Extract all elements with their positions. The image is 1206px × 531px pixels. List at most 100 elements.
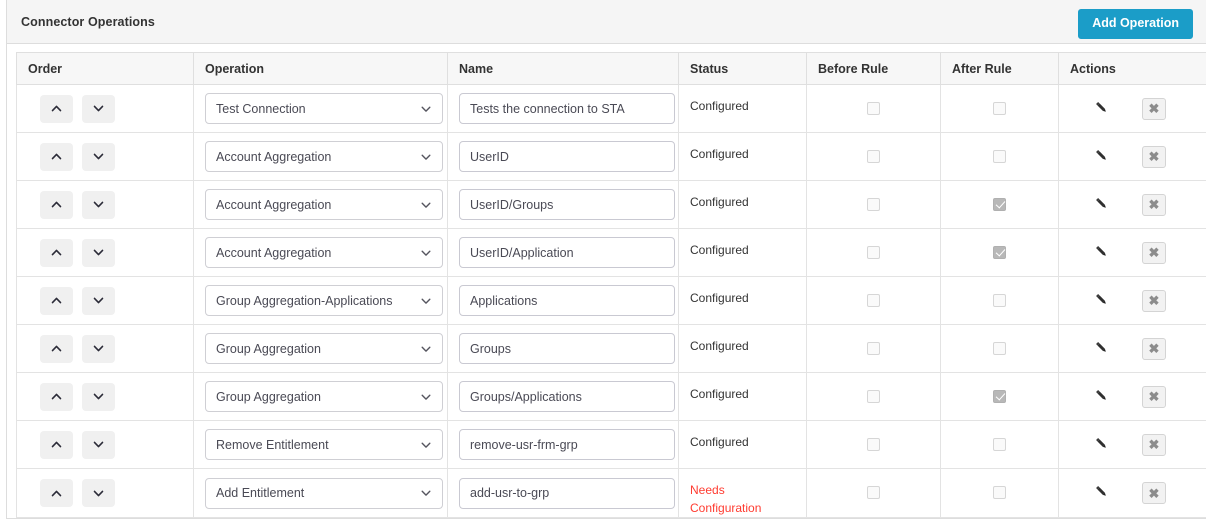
move-up-button[interactable] — [40, 94, 73, 123]
delete-button[interactable]: ✖ — [1142, 193, 1166, 216]
operation-select-value: Group Aggregation — [216, 341, 321, 356]
column-header-after-rule: After Rule — [940, 52, 1059, 85]
after-rule-checkbox[interactable] — [993, 197, 1006, 211]
panel-header: Connector Operations Add Operation — [7, 0, 1206, 44]
name-input[interactable] — [459, 93, 675, 124]
operation-select[interactable]: Test Connection — [205, 93, 443, 124]
operation-select[interactable]: Account Aggregation — [205, 237, 443, 268]
close-x-icon: ✖ — [1148, 485, 1160, 501]
row-actions: ✖ — [1059, 289, 1206, 312]
delete-button[interactable]: ✖ — [1142, 289, 1166, 312]
edit-button[interactable] — [1093, 435, 1110, 455]
move-down-button[interactable] — [82, 94, 115, 123]
move-down-button[interactable] — [82, 238, 115, 267]
chevron-up-icon — [50, 150, 63, 163]
edit-button[interactable] — [1093, 99, 1110, 119]
add-operation-button[interactable]: Add Operation — [1078, 9, 1193, 39]
page-title: Connector Operations — [21, 14, 155, 29]
move-up-button[interactable] — [40, 142, 73, 171]
table-row: Account Aggregation Configured ✖ — [16, 228, 1206, 277]
before-rule-checkbox[interactable] — [867, 341, 880, 355]
after-rule-checkbox[interactable] — [993, 437, 1006, 451]
move-down-button[interactable] — [82, 382, 115, 411]
edit-button[interactable] — [1093, 195, 1110, 215]
before-rule-checkbox[interactable] — [867, 101, 880, 115]
move-down-button[interactable] — [82, 430, 115, 459]
chevron-up-icon — [50, 294, 63, 307]
delete-button[interactable]: ✖ — [1142, 97, 1166, 120]
before-rule-checkbox[interactable] — [867, 245, 880, 259]
edit-button[interactable] — [1093, 243, 1110, 263]
delete-button[interactable]: ✖ — [1142, 482, 1166, 504]
order-controls — [40, 238, 182, 267]
name-input[interactable] — [459, 141, 675, 172]
move-up-button[interactable] — [40, 382, 73, 411]
after-rule-checkbox[interactable] — [993, 293, 1006, 307]
before-rule-cell — [806, 372, 941, 421]
before-rule-checkbox[interactable] — [867, 293, 880, 307]
before-rule-checkbox[interactable] — [867, 437, 880, 451]
before-rule-cell — [806, 180, 941, 229]
move-up-button[interactable] — [40, 334, 73, 363]
edit-button[interactable] — [1093, 339, 1110, 359]
delete-button[interactable]: ✖ — [1142, 337, 1166, 360]
after-rule-checkbox[interactable] — [993, 486, 1006, 500]
close-x-icon: ✖ — [1148, 101, 1160, 116]
before-rule-checkbox[interactable] — [867, 389, 880, 403]
after-rule-checkbox[interactable] — [993, 341, 1006, 355]
operation-select[interactable]: Group Aggregation — [205, 333, 443, 364]
before-rule-checkbox[interactable] — [867, 486, 880, 500]
order-cell — [16, 468, 194, 518]
close-x-icon: ✖ — [1148, 341, 1160, 356]
actions-cell: ✖ — [1058, 420, 1206, 469]
before-rule-checkbox[interactable] — [867, 197, 880, 211]
after-rule-checkbox[interactable] — [993, 245, 1006, 259]
after-rule-cell — [940, 180, 1059, 229]
name-input[interactable] — [459, 285, 675, 316]
chevron-down-icon — [92, 150, 105, 163]
edit-button[interactable] — [1093, 291, 1110, 311]
name-input[interactable] — [459, 189, 675, 220]
edit-button[interactable] — [1093, 147, 1110, 167]
after-rule-checkbox[interactable] — [993, 389, 1006, 403]
name-input[interactable] — [459, 381, 675, 412]
after-rule-cell — [940, 84, 1059, 133]
edit-button[interactable] — [1093, 387, 1110, 407]
order-cell — [16, 84, 194, 133]
move-up-button[interactable] — [40, 286, 73, 315]
operation-select[interactable]: Account Aggregation — [205, 189, 443, 220]
move-down-button[interactable] — [82, 479, 115, 507]
move-down-button[interactable] — [82, 190, 115, 219]
before-rule-checkbox[interactable] — [867, 149, 880, 163]
name-input[interactable] — [459, 237, 675, 268]
name-input[interactable] — [459, 333, 675, 364]
move-up-button[interactable] — [40, 479, 73, 507]
operation-select[interactable]: Remove Entitlement — [205, 429, 443, 460]
move-down-button[interactable] — [82, 334, 115, 363]
move-down-button[interactable] — [82, 286, 115, 315]
after-rule-checkbox[interactable] — [993, 149, 1006, 163]
operations-table: Order Operation Name Status Before Rule … — [16, 52, 1206, 518]
name-cell — [447, 132, 679, 181]
close-x-icon: ✖ — [1148, 245, 1160, 260]
name-input[interactable] — [459, 477, 675, 509]
move-up-button[interactable] — [40, 238, 73, 267]
move-up-button[interactable] — [40, 430, 73, 459]
operation-select[interactable]: Group Aggregation-Applications — [205, 285, 443, 316]
edit-button[interactable] — [1093, 483, 1110, 503]
delete-button[interactable]: ✖ — [1142, 241, 1166, 264]
name-input[interactable] — [459, 429, 675, 460]
operation-select[interactable]: Add Entitlement — [205, 477, 443, 509]
move-down-button[interactable] — [82, 142, 115, 171]
before-rule-cell — [806, 420, 941, 469]
delete-button[interactable]: ✖ — [1142, 385, 1166, 408]
column-header-operation: Operation — [193, 52, 448, 85]
move-up-button[interactable] — [40, 190, 73, 219]
delete-button[interactable]: ✖ — [1142, 433, 1166, 456]
operation-select[interactable]: Group Aggregation — [205, 381, 443, 412]
order-cell — [16, 372, 194, 421]
after-rule-checkbox[interactable] — [993, 101, 1006, 115]
delete-button[interactable]: ✖ — [1142, 145, 1166, 168]
status-badge: Configured — [690, 99, 749, 113]
operation-select[interactable]: Account Aggregation — [205, 141, 443, 172]
